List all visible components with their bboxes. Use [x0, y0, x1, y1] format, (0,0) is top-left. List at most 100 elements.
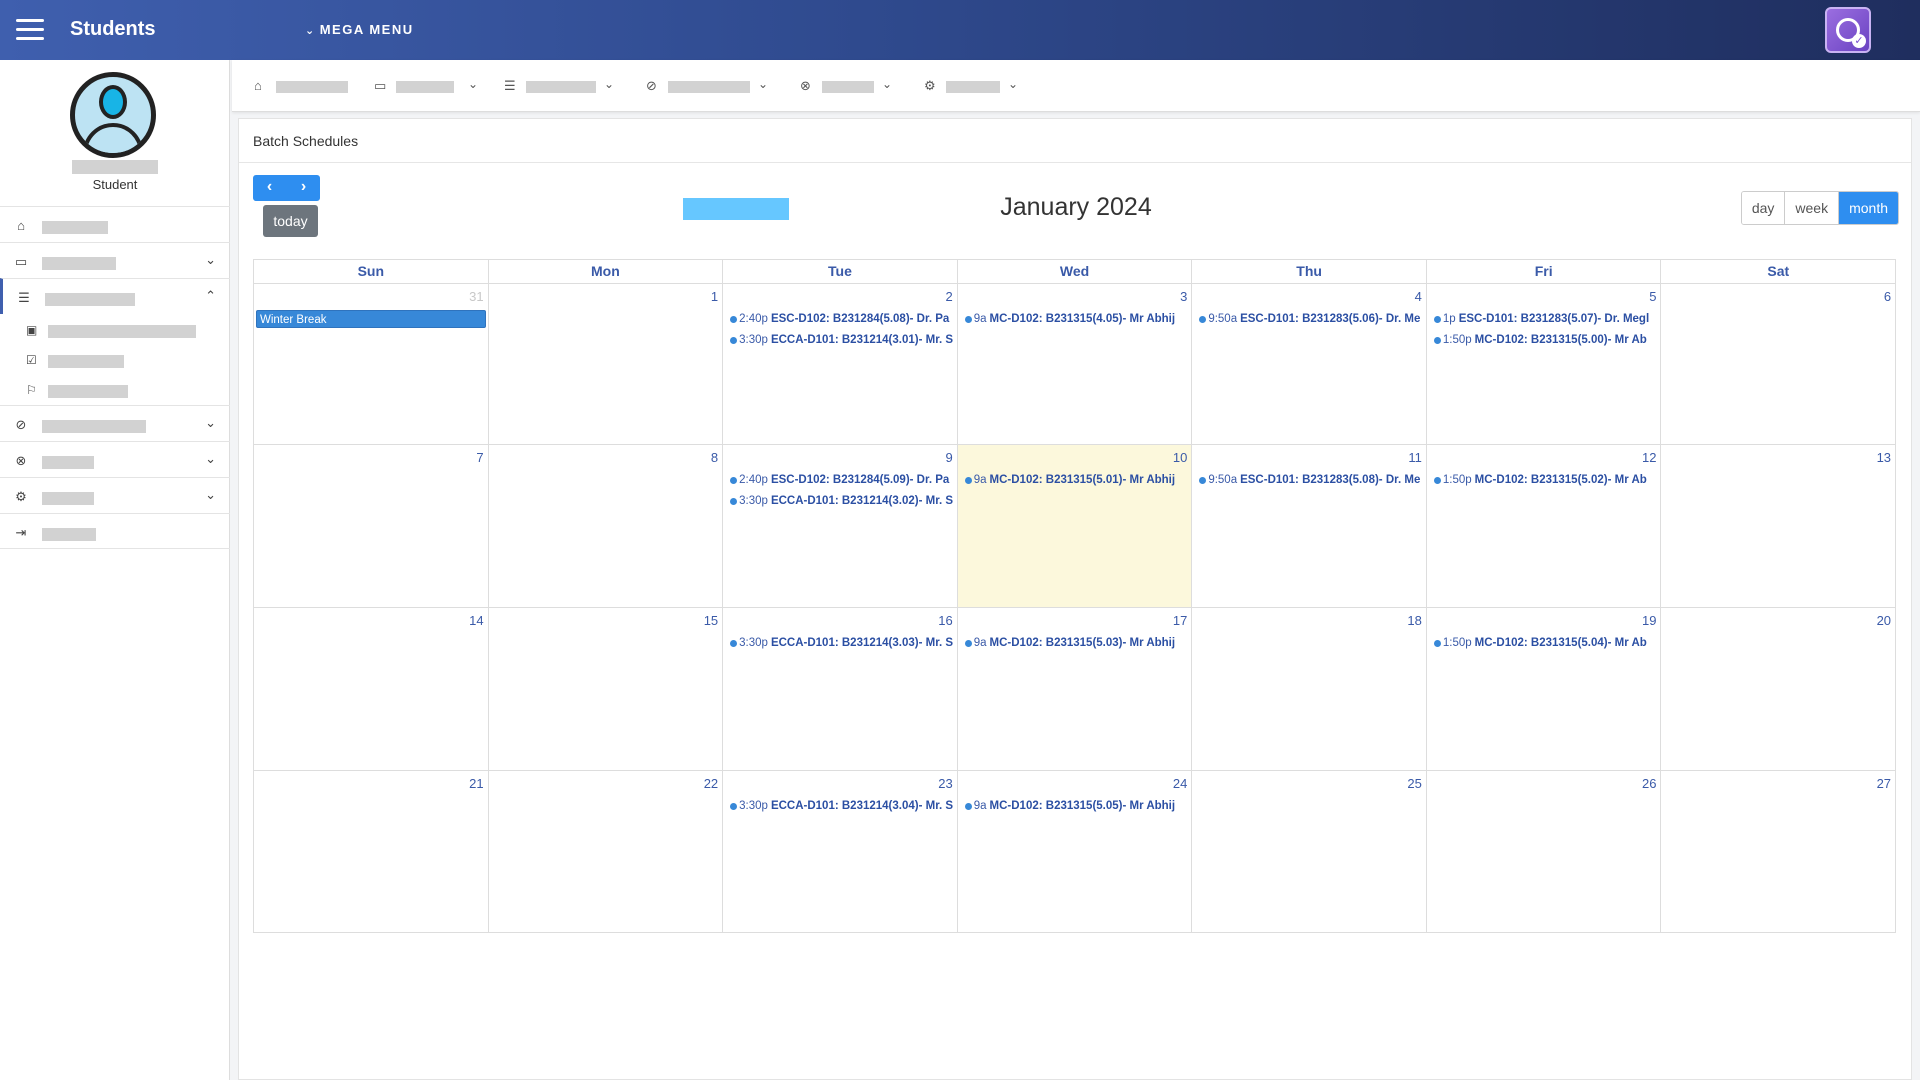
day-cell[interactable]: 9 2:40p ESC-D102: B231284(5.09)- Dr. Pa 3:3…	[722, 445, 957, 607]
day-number[interactable]: 8	[711, 450, 718, 465]
day-number[interactable]: 17	[1173, 613, 1187, 628]
day-events: 2:40p ESC-D102: B231284(5.08)- Dr. Pa 3:30…	[725, 310, 957, 352]
view-day-button[interactable]: day	[1741, 192, 1785, 224]
calendar-event[interactable]: 1:50p MC-D102: B231315(5.00)- Mr Ab	[1429, 331, 1661, 349]
day-number[interactable]: 7	[476, 450, 483, 465]
calendar-event[interactable]: 1p ESC-D101: B231283(5.07)- Dr. Megl	[1429, 310, 1661, 328]
calendar-event[interactable]: 2:40p ESC-D102: B231284(5.09)- Dr. Pa	[725, 471, 957, 489]
day-cell[interactable]: 24 9a MC-D102: B231315(5.05)- Mr Abhij	[956, 771, 1192, 932]
day-cell[interactable]: 13	[1660, 445, 1895, 607]
sidebar-item-settings[interactable]: ⚙ ⌄	[0, 477, 230, 513]
day-number[interactable]: 2	[946, 289, 953, 304]
day-cell[interactable]: 5 1p ESC-D101: B231283(5.07)- Dr. Megl 1:50…	[1425, 284, 1661, 444]
day-number[interactable]: 10	[1173, 450, 1187, 465]
day-cell[interactable]: 2 2:40p ESC-D102: B231284(5.08)- Dr. Pa 3:3…	[722, 284, 957, 444]
sidebar-item-home[interactable]: ⌂	[0, 206, 230, 242]
day-cell[interactable]: 1	[487, 284, 723, 444]
day-cell[interactable]: 12 1:50p MC-D102: B231315(5.02)- Mr Ab	[1425, 445, 1661, 607]
day-number[interactable]: 15	[704, 613, 718, 628]
batch-schedules-card: Batch Schedules ‹ › today January 2024 d…	[238, 118, 1912, 1080]
day-cell[interactable]: 26	[1425, 771, 1661, 932]
mega-menu-button[interactable]: ⌄ MEGA MENU	[305, 22, 414, 37]
day-cell[interactable]: 22	[487, 771, 723, 932]
day-cell[interactable]: 10 9a MC-D102: B231315(5.01)- Mr Abhij	[956, 445, 1192, 607]
day-number[interactable]: 3	[1180, 289, 1187, 304]
day-number[interactable]: 31	[469, 289, 483, 304]
calendar-event[interactable]: 3:30p ECCA-D101: B231214(3.01)- Mr. S	[725, 331, 957, 349]
day-cell[interactable]: 27	[1660, 771, 1895, 932]
nav-item-label	[668, 81, 750, 93]
day-number[interactable]: 27	[1877, 776, 1891, 791]
day-number[interactable]: 14	[469, 613, 483, 628]
sidebar-item-payments[interactable]: ▭ ⌄	[0, 242, 230, 278]
sidebar-subitem-1[interactable]: ▣	[0, 315, 230, 345]
chevron-up-icon: ⌃	[205, 288, 216, 303]
all-day-event[interactable]: Winter Break	[256, 310, 486, 328]
sidebar-item-academics[interactable]: ☰ ⌃	[0, 278, 230, 314]
day-number[interactable]: 19	[1642, 613, 1656, 628]
event-dot-icon	[1433, 316, 1441, 323]
day-number[interactable]: 4	[1415, 289, 1422, 304]
sidebar-item-cancel[interactable]: ⊗ ⌄	[0, 441, 230, 477]
day-cell[interactable]: 19 1:50p MC-D102: B231315(5.04)- Mr Ab	[1425, 608, 1661, 770]
day-cell[interactable]: 6	[1660, 284, 1895, 444]
sidebar-item-logout[interactable]: ⇥	[0, 513, 230, 549]
day-cell[interactable]: 20	[1660, 608, 1895, 770]
calendar-event[interactable]: 9:50a ESC-D101: B231283(5.06)- Dr. Me	[1194, 310, 1426, 328]
calendar-event[interactable]: 1:50p MC-D102: B231315(5.04)- Mr Ab	[1429, 634, 1661, 652]
day-number[interactable]: 24	[1173, 776, 1187, 791]
day-events: 1:50p MC-D102: B231315(5.02)- Mr Ab	[1429, 471, 1661, 492]
day-number[interactable]: 22	[704, 776, 718, 791]
day-cell[interactable]: 25	[1191, 771, 1426, 932]
day-cell[interactable]: 4 9:50a ESC-D101: B231283(5.06)- Dr. Me	[1191, 284, 1426, 444]
sidebar-item-explore[interactable]: ⊘ ⌄	[0, 405, 230, 441]
calendar-event[interactable]: 9a MC-D102: B231315(5.05)- Mr Abhij	[960, 797, 1192, 815]
day-cell[interactable]: 16 3:30p ECCA-D101: B231214(3.03)- Mr. S	[722, 608, 957, 770]
day-number[interactable]: 25	[1407, 776, 1421, 791]
day-cell[interactable]: 8	[487, 445, 723, 607]
day-number[interactable]: 18	[1407, 613, 1421, 628]
calendar-event[interactable]: 3:30p ECCA-D101: B231214(3.02)- Mr. S	[725, 492, 957, 510]
day-number[interactable]: 1	[711, 289, 718, 304]
day-number[interactable]: 12	[1642, 450, 1656, 465]
calendar-event[interactable]: 3:30p ECCA-D101: B231214(3.04)- Mr. S	[725, 797, 957, 815]
day-cell[interactable]: 21	[254, 771, 488, 932]
day-cell[interactable]: 31 Winter Break	[254, 284, 488, 444]
day-cell[interactable]: 11 9:50a ESC-D101: B231283(5.08)- Dr. Me	[1191, 445, 1426, 607]
calendar-event[interactable]: 3:30p ECCA-D101: B231214(3.03)- Mr. S	[725, 634, 957, 652]
sidebar-subitem-2[interactable]: ☑	[0, 345, 230, 375]
view-month-button[interactable]: month	[1838, 192, 1898, 224]
calendar-event[interactable]: 9a MC-D102: B231315(4.05)- Mr Abhij	[960, 310, 1192, 328]
view-switcher: day week month	[1740, 191, 1899, 225]
calendar-event[interactable]: 2:40p ESC-D102: B231284(5.08)- Dr. Pa	[725, 310, 957, 328]
day-cell[interactable]: 15	[487, 608, 723, 770]
sidebar-subitem-3[interactable]: ⚐	[0, 375, 230, 405]
day-number[interactable]: 13	[1877, 450, 1891, 465]
top-nav: ⌂ ▭ ⌄ ☰ ⌄ ⊘ ⌄ ⊗ ⌄ ⚙ ⌄	[232, 60, 1920, 112]
day-number[interactable]: 20	[1877, 613, 1891, 628]
hamburger-menu-icon[interactable]	[16, 19, 44, 41]
day-cell[interactable]: 14	[254, 608, 488, 770]
calendar-event[interactable]: 1:50p MC-D102: B231315(5.02)- Mr Ab	[1429, 471, 1661, 489]
view-week-button[interactable]: week	[1784, 192, 1839, 224]
calendar-event[interactable]: 9a MC-D102: B231315(5.01)- Mr Abhij	[960, 471, 1192, 489]
day-number[interactable]: 11	[1408, 450, 1422, 465]
day-cell[interactable]: 23 3:30p ECCA-D101: B231214(3.04)- Mr. S	[722, 771, 957, 932]
chevron-down-icon: ⌄	[205, 487, 216, 502]
day-cell[interactable]: 17 9a MC-D102: B231315(5.03)- Mr Abhij	[956, 608, 1192, 770]
nav-item-label	[822, 81, 874, 93]
day-number[interactable]: 26	[1642, 776, 1656, 791]
day-number[interactable]: 21	[469, 776, 483, 791]
app-logo[interactable]: ✓	[1825, 7, 1871, 53]
day-cell[interactable]: 18	[1191, 608, 1426, 770]
day-cell[interactable]: 3 9a MC-D102: B231315(4.05)- Mr Abhij	[956, 284, 1192, 444]
day-number[interactable]: 9	[946, 450, 953, 465]
day-number[interactable]: 5	[1649, 289, 1656, 304]
user-avatar[interactable]	[70, 72, 156, 158]
calendar-event[interactable]: 9a MC-D102: B231315(5.03)- Mr Abhij	[960, 634, 1192, 652]
calendar-event[interactable]: 9:50a ESC-D101: B231283(5.08)- Dr. Me	[1194, 471, 1426, 489]
day-number[interactable]: 23	[938, 776, 952, 791]
day-number[interactable]: 6	[1884, 289, 1891, 304]
day-cell[interactable]: 7	[254, 445, 488, 607]
day-number[interactable]: 16	[938, 613, 952, 628]
